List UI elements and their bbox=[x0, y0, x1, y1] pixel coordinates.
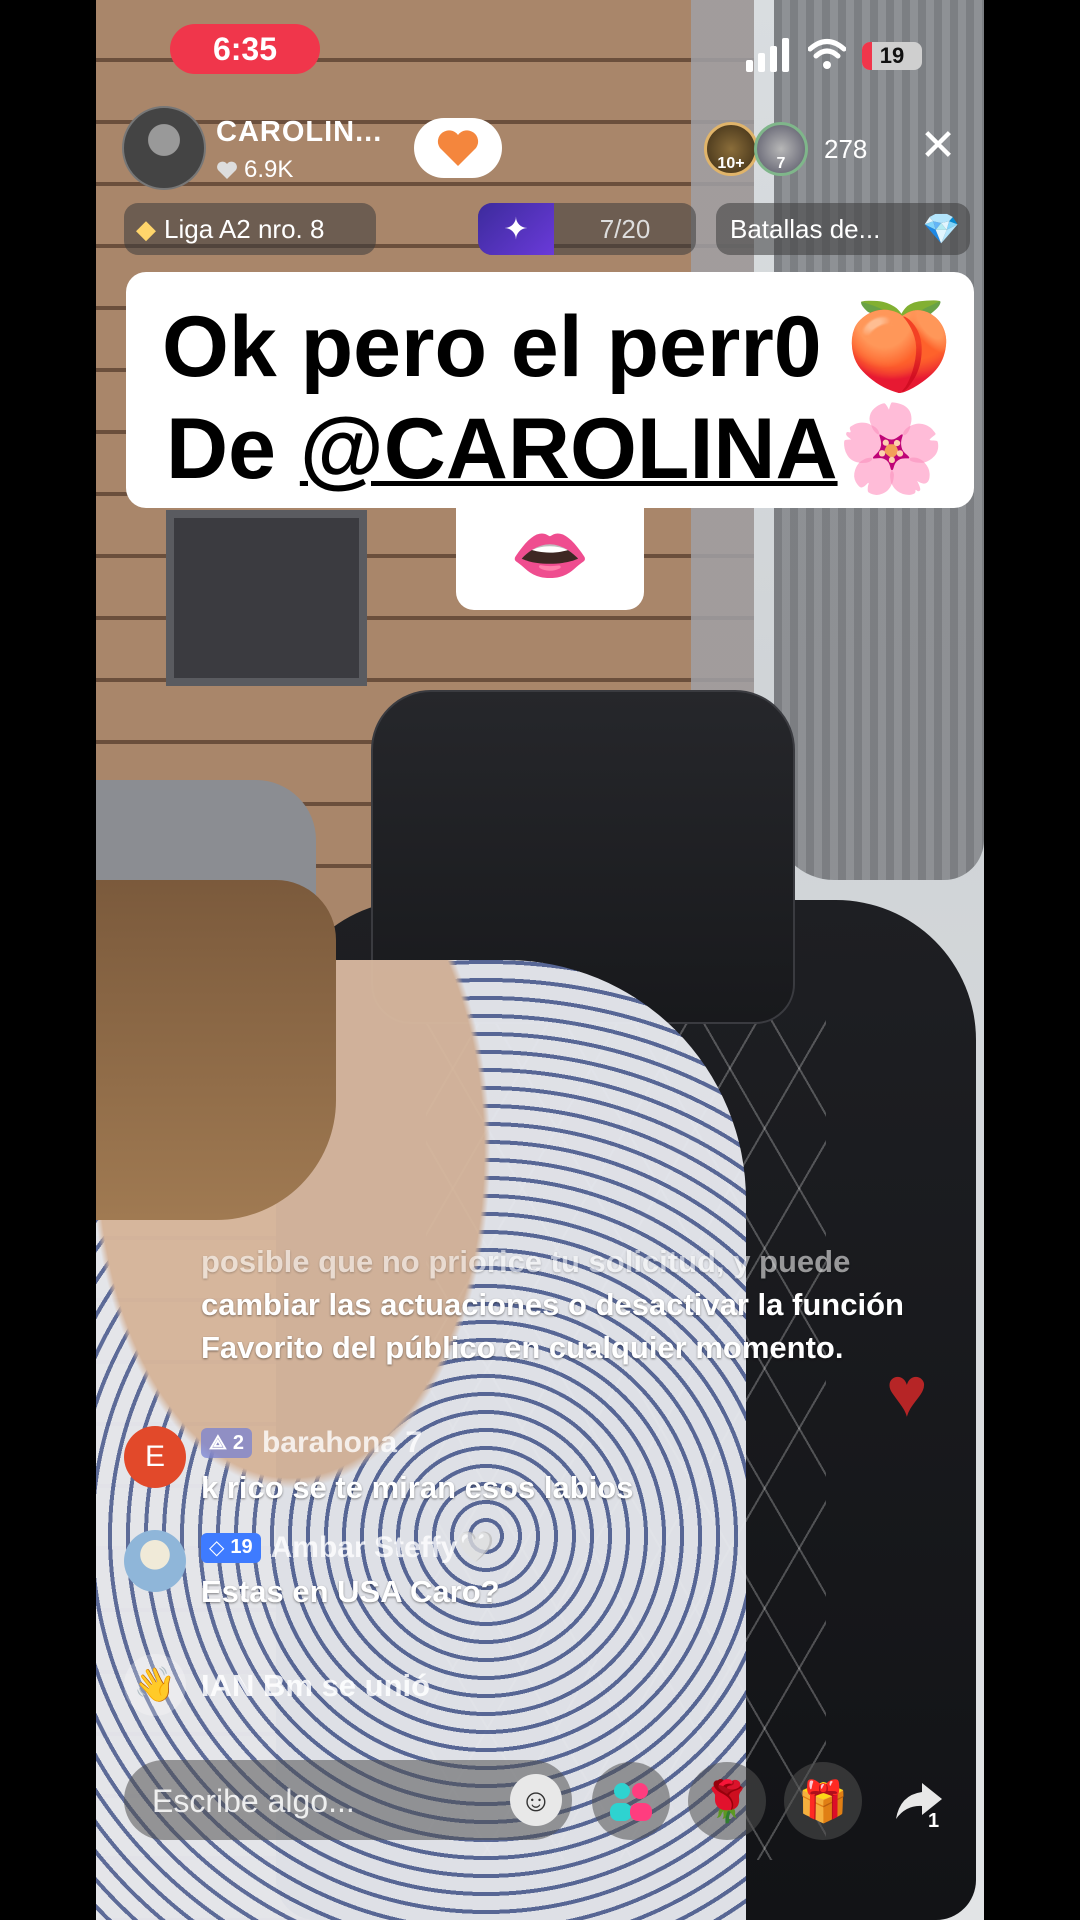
rose-icon: 🌹 bbox=[702, 1779, 752, 1824]
level-badge: ⟁ 2 bbox=[201, 1428, 252, 1458]
caption-line1: Ok pero el perr0 🍑 bbox=[162, 299, 953, 395]
battery-icon: 19 bbox=[862, 42, 922, 70]
viewer-badge: 10+ bbox=[717, 155, 745, 172]
wall-picture-frame bbox=[166, 510, 367, 686]
streamer-hair bbox=[96, 880, 336, 1220]
caption-prefix: De bbox=[166, 401, 300, 497]
goal-progress: 7/20 bbox=[599, 213, 651, 244]
viewer-badge: 7 bbox=[776, 155, 786, 172]
host-likes: 6.9K bbox=[216, 156, 293, 184]
viewer-avatar[interactable]: 10+ bbox=[704, 122, 758, 176]
status-bar: 6:35 19 bbox=[96, 0, 984, 100]
comment-text: Estas en USA Caro? bbox=[201, 1574, 500, 1609]
commenter-name[interactable]: Ambar Steffy🤍 bbox=[271, 1530, 495, 1565]
rose-button[interactable]: 🌹 bbox=[688, 1762, 766, 1840]
emoji-icon[interactable]: ☺ bbox=[510, 1774, 562, 1826]
caption-sticker: Ok pero el perr0 🍑 De @CAROLINA🌸 bbox=[126, 272, 974, 508]
viewer-count: 278 bbox=[824, 133, 868, 164]
commenter-name[interactable]: barahona 7 bbox=[262, 1426, 422, 1460]
comment-text: k rico se te miran esos labios bbox=[201, 1470, 634, 1505]
commenter-avatar[interactable] bbox=[124, 1530, 186, 1592]
follow-button[interactable]: 7 bbox=[414, 118, 502, 178]
wifi-icon bbox=[808, 39, 846, 69]
commenter-avatar[interactable]: E bbox=[124, 1426, 186, 1488]
battery-level: 19 bbox=[879, 43, 905, 68]
heart-icon: 7 bbox=[436, 128, 484, 173]
join-notice: 👋 IAN Bm se unió bbox=[124, 1654, 624, 1716]
comment-input[interactable] bbox=[150, 1760, 474, 1842]
host-name: CAROLIN... bbox=[216, 116, 383, 148]
wave-icon: 👋 bbox=[124, 1654, 186, 1716]
caption-mention[interactable]: @CAROLINA bbox=[300, 401, 838, 497]
gift-button[interactable]: 🎁 bbox=[784, 1762, 862, 1840]
heart-icon bbox=[217, 161, 237, 179]
system-message-faded: posible que no priorice tu solicitud, y … bbox=[201, 1244, 851, 1279]
level-icon: ⟁ bbox=[209, 1431, 227, 1454]
caption-line2: De @CAROLINA🌸 bbox=[166, 398, 945, 499]
close-icon[interactable]: ✕ bbox=[916, 124, 960, 168]
battles-chip[interactable]: Batallas de... 💎 bbox=[716, 203, 970, 255]
comment-input-pill[interactable]: ☺ bbox=[124, 1760, 572, 1842]
signal-icon bbox=[746, 38, 789, 72]
join-text: IAN Bm se unió bbox=[201, 1668, 431, 1703]
gift-icon: 🎁 bbox=[798, 1779, 848, 1824]
level-number: 2 bbox=[232, 1431, 244, 1454]
likes-count: 6.9K bbox=[244, 156, 294, 183]
sparkle-icon: ✦ bbox=[478, 203, 554, 255]
host-avatar[interactable] bbox=[122, 106, 206, 190]
host-profile[interactable]: CAROLIN... 6.9K bbox=[122, 104, 383, 190]
league-chip[interactable]: ◆ Liga A2 nro. 8 bbox=[124, 203, 376, 255]
top-viewers[interactable]: 10+ 7 278 bbox=[704, 122, 867, 176]
multi-guest-button[interactable] bbox=[592, 1762, 670, 1840]
system-message-text: cambiar las actuaciones o desactivar la … bbox=[201, 1287, 904, 1365]
status-time: 6:35 bbox=[170, 24, 320, 74]
caption-suffix: 🌸 bbox=[837, 401, 945, 497]
viewer-avatar[interactable]: 7 bbox=[754, 122, 808, 176]
comment-meta: ◇ 19 Ambar Steffy🤍 bbox=[201, 1530, 495, 1565]
goal-chip[interactable]: ✦ 7/20 bbox=[478, 203, 696, 255]
multi-guest-icon bbox=[610, 1783, 652, 1821]
league-label: Liga A2 nro. 8 bbox=[164, 213, 325, 244]
share-count: 1 bbox=[928, 1810, 940, 1832]
share-button[interactable] bbox=[880, 1762, 958, 1840]
badge-number: 19 bbox=[230, 1536, 253, 1558]
system-message: posible que no priorice tu solicitud, y … bbox=[201, 1240, 921, 1369]
diamond-icon: ◆ bbox=[136, 213, 156, 244]
battles-label: Batallas de... bbox=[730, 213, 881, 244]
caption-emoji: 👄 bbox=[456, 500, 644, 610]
gem-icon: 💎 bbox=[922, 212, 960, 246]
diamond-icon: ◇ bbox=[209, 1537, 225, 1559]
subscriber-badge: ◇ 19 bbox=[201, 1532, 261, 1563]
heart-icon: ♥ bbox=[886, 1353, 928, 1431]
fan-level: 7 bbox=[474, 154, 484, 173]
comment-meta: ⟁ 2 barahona 7 bbox=[201, 1426, 422, 1460]
